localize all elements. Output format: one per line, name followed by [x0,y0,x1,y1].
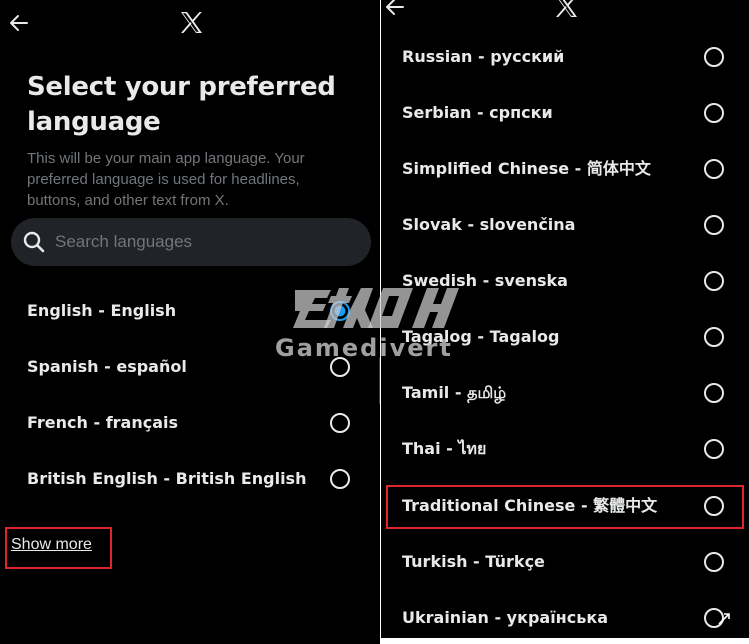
language-option[interactable]: Swedish - svenska [381,253,749,309]
radio-button[interactable] [704,552,724,572]
language-option[interactable]: Slovak - slovenčina [381,197,749,253]
radio-button[interactable] [704,103,724,123]
language-label: Simplified Chinese - 简体中文 [402,159,651,178]
radio-button[interactable] [330,357,350,377]
language-option[interactable]: Ukrainian - українська [381,590,749,638]
search-box[interactable] [11,218,371,266]
language-label: Thai - ไทย [402,439,487,458]
language-label: Tamil - தமிழ் [402,383,507,402]
x-logo-icon [555,0,577,17]
language-label: Spanish - español [27,357,187,376]
language-option[interactable]: Turkish - Türkçe [381,534,749,590]
language-label: Turkish - Türkçe [402,552,545,571]
radio-button[interactable] [330,413,350,433]
language-option[interactable]: Simplified Chinese - 简体中文 [381,141,749,197]
language-option-traditional-chinese[interactable]: Traditional Chinese - 繁體中文 [381,478,749,534]
language-option[interactable]: Spanish - español [0,339,380,395]
language-label: Swedish - svenska [402,271,568,290]
radio-button[interactable] [704,383,724,403]
language-option[interactable]: Thai - ไทย [381,421,749,477]
language-label: Russian - русский [402,47,565,66]
language-label: Tagalog - Tagalog [402,327,560,346]
arrow-left-icon[interactable] [9,13,29,33]
radio-button[interactable] [704,215,724,235]
scroll-divider [379,358,380,404]
radio-button[interactable] [704,47,724,67]
language-label: Serbian - српски [402,103,553,122]
language-option[interactable]: Russian - русский [381,29,749,85]
arrow-left-icon[interactable] [385,0,405,17]
language-option[interactable]: British English - British English [0,451,380,507]
search-icon [23,231,45,258]
x-logo-icon [180,12,202,33]
page-title: Select your preferred language [27,72,336,137]
radio-button[interactable] [704,327,724,347]
right-screen: Russian - русский Serbian - српски Simpl… [381,0,749,638]
left-screen: Select your preferred language This will… [0,0,380,644]
show-more-link[interactable]: Show more [11,536,92,554]
radio-button[interactable] [704,439,724,459]
language-option[interactable]: French - français [0,395,380,451]
language-label: Traditional Chinese - 繁體中文 [402,496,658,515]
cursor-icon [717,612,731,631]
language-label: Slovak - slovenčina [402,215,576,234]
radio-button[interactable] [704,159,724,179]
language-label: English - English [27,301,177,320]
language-label: Ukrainian - українська [402,608,608,627]
radio-button[interactable] [704,496,724,516]
language-option[interactable]: Tamil - தமிழ் [381,365,749,421]
radio-button[interactable] [704,271,724,291]
language-option[interactable]: English - English [0,283,380,339]
language-label: British English - British English [27,469,307,488]
search-input[interactable] [55,218,355,266]
page-subtitle: This will be your main app language. You… [27,150,305,209]
language-option[interactable]: Serbian - српски [381,85,749,141]
radio-button[interactable] [330,469,350,489]
language-label: French - français [27,413,179,432]
language-option[interactable]: Tagalog - Tagalog [381,309,749,365]
radio-button[interactable] [330,301,350,321]
